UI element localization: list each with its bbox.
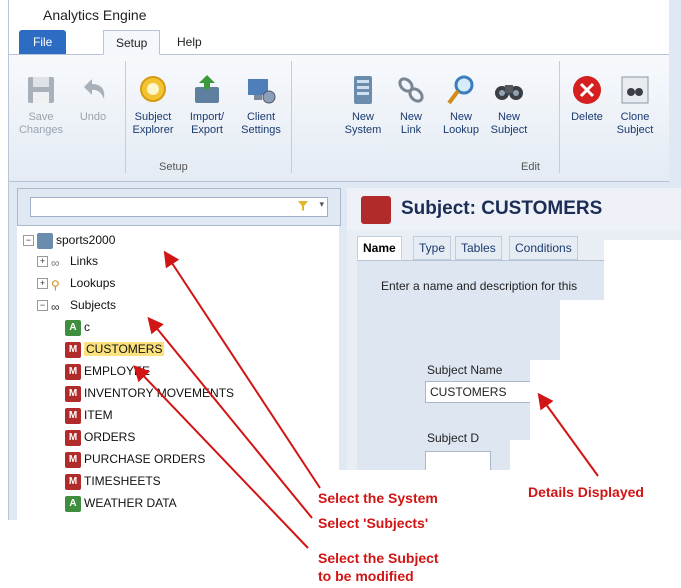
callout-select-subject: Select the Subject	[318, 550, 439, 566]
callout-details-displayed: Details Displayed	[528, 484, 644, 500]
arrow-system	[163, 250, 321, 489]
callout-to-be-modified: to be modified	[318, 568, 414, 584]
callout-select-subjects: Select 'Subjects'	[318, 515, 429, 531]
arrow-subjects	[147, 316, 313, 519]
callout-select-system: Select the System	[318, 490, 438, 506]
arrow-subject	[133, 365, 309, 549]
arrow-details	[537, 392, 599, 477]
